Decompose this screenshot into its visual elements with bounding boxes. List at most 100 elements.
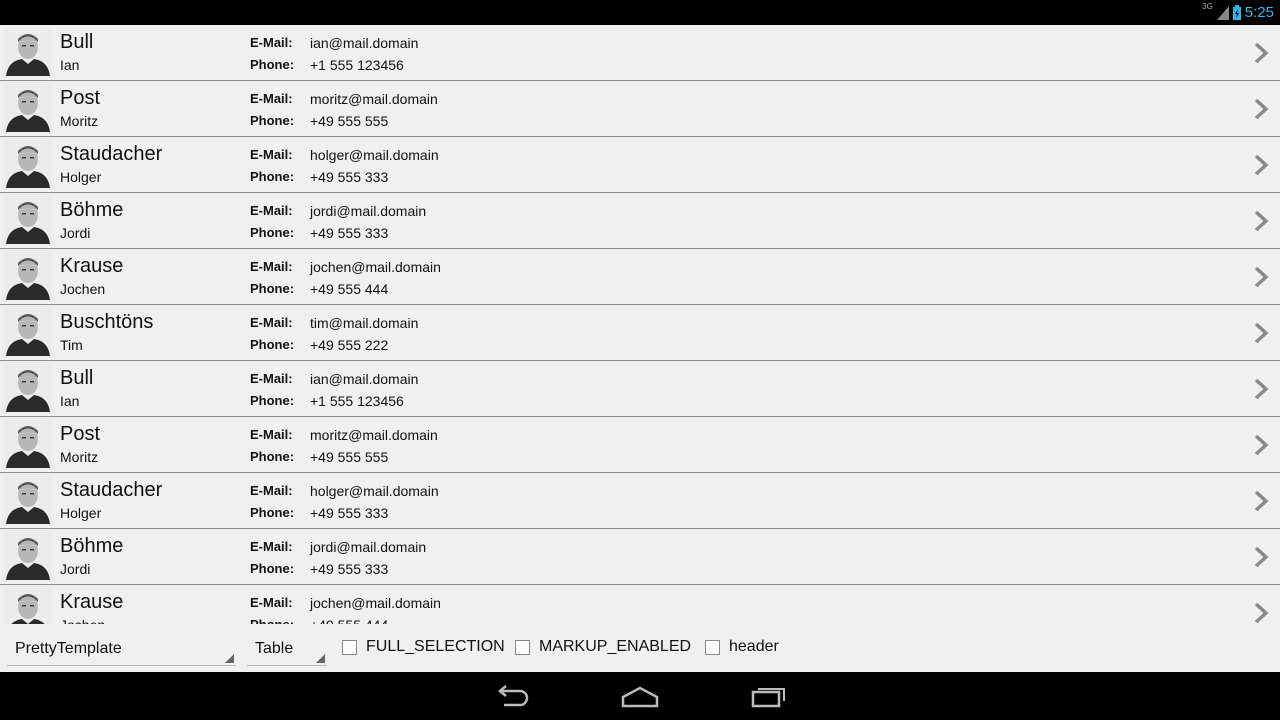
- contact-last-name: Böhme: [60, 535, 124, 557]
- email-label: E-Mail:: [250, 259, 293, 274]
- email-label: E-Mail:: [250, 427, 293, 442]
- clock: 5:25: [1244, 4, 1274, 21]
- contact-first-name: Jordi: [60, 225, 91, 241]
- contact-table[interactable]: Bull Ian E-Mail: ian@mail.domain Phone: +1 55…: [0, 25, 1280, 624]
- contact-email: moritz@mail.domain: [310, 91, 438, 107]
- avatar: [4, 420, 52, 468]
- contact-first-name: Ian: [60, 393, 80, 409]
- phone-label: Phone:: [250, 561, 295, 576]
- contact-phone: +1 555 123456: [310, 57, 404, 73]
- contact-email: holger@mail.domain: [310, 147, 439, 163]
- avatar: [4, 308, 52, 356]
- email-label: E-Mail:: [250, 371, 293, 386]
- avatar: [4, 588, 52, 624]
- contact-first-name: Moritz: [60, 449, 99, 465]
- contact-first-name: Jochen: [60, 617, 105, 624]
- contact-phone: +49 555 444: [310, 617, 388, 624]
- contact-first-name: Tim: [60, 337, 83, 353]
- full-selection-checkbox[interactable]: FULL_SELECTION: [342, 637, 505, 657]
- table-row[interactable]: Post Moritz E-Mail: moritz@mail.domain Phone…: [0, 417, 1280, 473]
- checkbox-box[interactable]: [515, 639, 530, 655]
- checkbox-box[interactable]: [705, 639, 720, 655]
- chevron-right-icon[interactable]: [1252, 209, 1270, 233]
- back-icon[interactable]: [492, 682, 532, 710]
- markup-enabled-checkbox[interactable]: MARKUP_ENABLED: [515, 637, 691, 657]
- widget-select[interactable]: Table: [247, 634, 327, 666]
- contact-phone: +49 555 444: [310, 281, 389, 297]
- table-row[interactable]: Post Moritz E-Mail: moritz@mail.domain Phone…: [0, 81, 1280, 137]
- template-select[interactable]: PrettyTemplate: [7, 634, 236, 666]
- chevron-right-icon[interactable]: [1252, 41, 1270, 65]
- control-bar: PrettyTemplate Table FULL_SELECTION MARK…: [0, 624, 1280, 672]
- contact-first-name: Ian: [60, 57, 80, 73]
- table-row[interactable]: Bull Ian E-Mail: ian@mail.domain Phone: +1 55…: [0, 361, 1280, 417]
- phone-label: Phone:: [250, 169, 295, 184]
- checkbox-label: header: [729, 638, 779, 655]
- chevron-right-icon[interactable]: [1252, 321, 1270, 345]
- table-row[interactable]: Böhme Jordi E-Mail: jordi@mail.domain Phone:…: [0, 529, 1280, 585]
- table-row[interactable]: Krause Jochen E-Mail: jochen@mail.domain Pho…: [0, 585, 1280, 624]
- recent-apps-icon[interactable]: [748, 682, 788, 710]
- status-bar: 3G 5:25: [0, 0, 1280, 25]
- chevron-right-icon[interactable]: [1252, 153, 1270, 177]
- contact-last-name: Post: [60, 423, 101, 445]
- contact-email: holger@mail.domain: [310, 483, 439, 499]
- avatar: [4, 84, 52, 132]
- contact-first-name: Moritz: [60, 113, 99, 129]
- contact-last-name: Staudacher: [60, 143, 163, 165]
- avatar: [4, 196, 52, 244]
- navigation-bar: [0, 672, 1280, 720]
- contact-email: jordi@mail.domain: [310, 539, 427, 555]
- email-label: E-Mail:: [250, 595, 293, 610]
- email-label: E-Mail:: [250, 315, 293, 330]
- email-label: E-Mail:: [250, 91, 293, 106]
- table-row[interactable]: Böhme Jordi E-Mail: jordi@mail.domain Phone:…: [0, 193, 1280, 249]
- checkbox-label: FULL_SELECTION: [366, 638, 505, 655]
- contact-email: jochen@mail.domain: [310, 595, 441, 611]
- header-checkbox[interactable]: header: [705, 637, 779, 657]
- table-row[interactable]: Krause Jochen E-Mail: jochen@mail.domain Pho…: [0, 249, 1280, 305]
- table-row[interactable]: Buschtöns Tim E-Mail: tim@mail.domain Phone:…: [0, 305, 1280, 361]
- chevron-right-icon[interactable]: [1252, 489, 1270, 513]
- contact-last-name: Staudacher: [60, 479, 163, 501]
- contact-phone: +49 555 222: [310, 337, 389, 353]
- table-row[interactable]: Staudacher Holger E-Mail: holger@mail.domai…: [0, 137, 1280, 193]
- contact-email: ian@mail.domain: [310, 371, 419, 387]
- table-row[interactable]: Bull Ian E-Mail: ian@mail.domain Phone: +1 55…: [0, 25, 1280, 81]
- phone-label: Phone:: [250, 393, 295, 408]
- contact-email: jordi@mail.domain: [310, 203, 427, 219]
- chevron-right-icon[interactable]: [1252, 433, 1270, 457]
- contact-phone: +49 555 333: [310, 225, 389, 241]
- chevron-right-icon[interactable]: [1252, 601, 1270, 624]
- phone-label: Phone:: [250, 225, 295, 240]
- contact-last-name: Buschtöns: [60, 311, 154, 333]
- checkbox-box[interactable]: [342, 639, 357, 655]
- battery-icon: [1232, 5, 1241, 20]
- avatar: [4, 364, 52, 412]
- contact-phone: +49 555 555: [310, 113, 389, 129]
- email-label: E-Mail:: [250, 483, 293, 498]
- contact-phone: +1 555 123456: [310, 393, 404, 409]
- contact-email: ian@mail.domain: [310, 35, 419, 51]
- contact-phone: +49 555 333: [310, 561, 389, 577]
- email-label: E-Mail:: [250, 35, 293, 50]
- email-label: E-Mail:: [250, 203, 293, 218]
- dropdown-arrow-icon: [225, 654, 234, 663]
- checkbox-label: MARKUP_ENABLED: [539, 638, 692, 655]
- phone-label: Phone:: [250, 617, 294, 624]
- contact-last-name: Bull: [60, 31, 94, 53]
- contact-first-name: Holger: [60, 169, 102, 185]
- template-select-value: PrettyTemplate: [15, 640, 122, 657]
- home-icon[interactable]: [620, 682, 660, 710]
- avatar: [4, 532, 52, 580]
- email-label: E-Mail:: [250, 539, 293, 554]
- chevron-right-icon[interactable]: [1252, 97, 1270, 121]
- phone-label: Phone:: [250, 449, 295, 464]
- chevron-right-icon[interactable]: [1252, 265, 1270, 289]
- contact-first-name: Jochen: [60, 281, 106, 297]
- contact-last-name: Bull: [60, 367, 94, 389]
- chevron-right-icon[interactable]: [1252, 377, 1270, 401]
- signal-icon: [1216, 5, 1229, 20]
- table-row[interactable]: Staudacher Holger E-Mail: holger@mail.domai…: [0, 473, 1280, 529]
- chevron-right-icon[interactable]: [1252, 545, 1270, 569]
